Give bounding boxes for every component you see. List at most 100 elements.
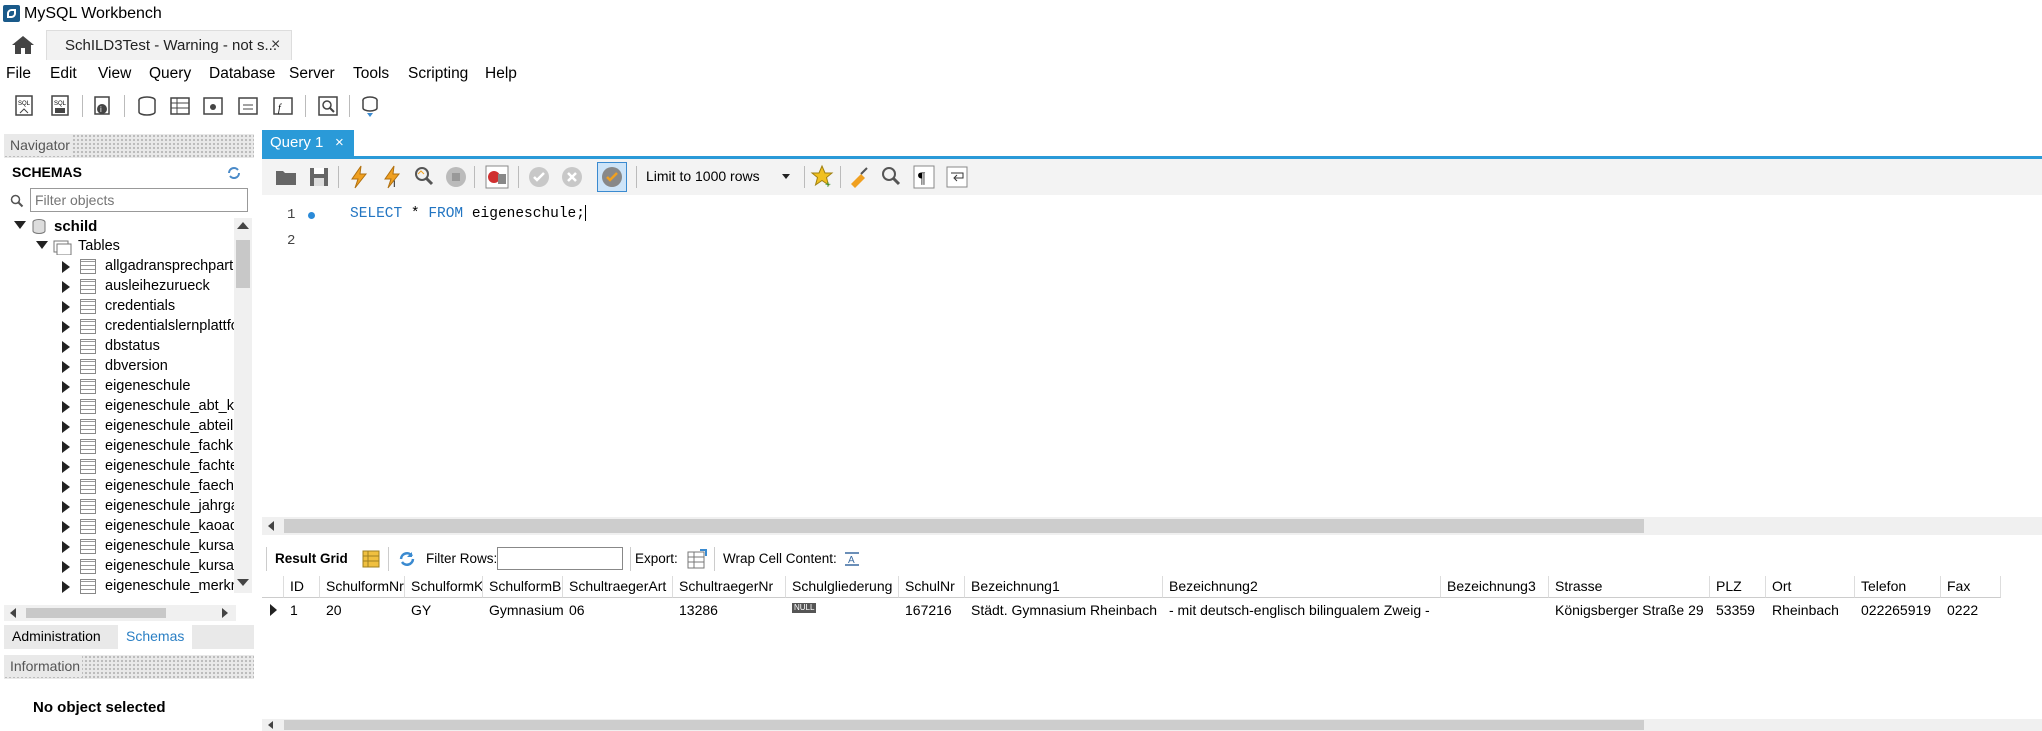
table-cell[interactable]: 53359 (1710, 599, 1766, 621)
table-item[interactable]: ausleihezurueck (4, 277, 236, 297)
table-item[interactable]: eigeneschule_kursar (4, 557, 236, 577)
expand-arrow-icon[interactable] (62, 461, 70, 473)
menu-edit[interactable]: Edit (50, 65, 77, 83)
column-header[interactable]: SchulformKrz (405, 576, 483, 598)
autocommit-toggle[interactable] (597, 162, 627, 192)
create-table-icon[interactable] (167, 93, 193, 119)
table-item[interactable]: eigeneschule_abteilu (4, 417, 236, 437)
create-function-icon[interactable]: f (270, 93, 296, 119)
create-procedure-icon[interactable] (235, 93, 261, 119)
column-header[interactable]: Bezeichnung2 (1163, 576, 1441, 598)
expand-arrow-icon[interactable] (62, 281, 70, 293)
expand-arrow-icon[interactable] (62, 361, 70, 373)
column-header[interactable]: SchulformBez (483, 576, 563, 598)
invisible-chars-icon[interactable]: ¶ (913, 164, 935, 190)
limit-rows-select[interactable]: Limit to 1000 rows (642, 165, 798, 189)
expand-arrow-icon[interactable] (62, 261, 70, 273)
filter-rows-input[interactable] (497, 547, 623, 570)
table-item[interactable]: credentialslernplattfo (4, 317, 236, 337)
table-item[interactable]: eigeneschule_kursar (4, 537, 236, 557)
table-item[interactable]: eigeneschule_kaoad (4, 517, 236, 537)
column-header[interactable]: Strasse (1549, 576, 1710, 598)
toggle-error-icon[interactable] (484, 164, 510, 190)
column-header[interactable]: Bezeichnung3 (1441, 576, 1549, 598)
open-folder-icon[interactable] (274, 165, 298, 189)
expand-arrow-icon[interactable] (62, 321, 70, 333)
expand-arrow-icon[interactable] (62, 441, 70, 453)
column-header[interactable]: Telefon (1855, 576, 1941, 598)
open-sql-script-icon[interactable]: SQL (48, 93, 74, 119)
table-item[interactable]: dbstatus (4, 337, 236, 357)
table-cell[interactable]: Königsberger Straße 29 (1549, 599, 1710, 621)
expand-arrow-icon[interactable] (62, 301, 70, 313)
table-item[interactable]: eigeneschule_merkm (4, 577, 236, 597)
menu-view[interactable]: View (98, 65, 131, 83)
expand-arrow-icon[interactable] (62, 561, 70, 573)
table-cell[interactable]: 13286 (673, 599, 786, 621)
table-cell[interactable]: Rheinbach (1766, 599, 1855, 621)
create-schema-icon[interactable] (134, 93, 160, 119)
column-header[interactable]: SchultraegerNr (673, 576, 786, 598)
export-icon[interactable] (686, 548, 708, 570)
table-cell[interactable]: Gymnasium (483, 599, 563, 621)
tab-administration[interactable]: Administration (12, 628, 101, 644)
tree-horizontal-scrollbar[interactable] (4, 605, 236, 621)
beautify-icon[interactable] (847, 164, 871, 190)
table-cell[interactable]: Städt. Gymnasium Rheinbach (965, 599, 1163, 621)
column-header[interactable]: ID (284, 576, 320, 598)
table-item[interactable]: dbversion (4, 357, 236, 377)
expand-arrow-icon[interactable] (62, 421, 70, 433)
result-grid-label[interactable]: Result Grid (275, 551, 348, 566)
table-cell[interactable]: GY (405, 599, 483, 621)
table-item[interactable]: eigeneschule (4, 377, 236, 397)
row-selector[interactable] (262, 599, 284, 621)
table-item[interactable]: eigeneschule_jahrga (4, 497, 236, 517)
table-cell[interactable]: - mit deutsch-englisch bilingualem Zweig… (1163, 599, 1441, 621)
table-item[interactable]: credentials (4, 297, 236, 317)
expand-arrow-icon[interactable] (62, 501, 70, 513)
tab-query-1[interactable]: Query 1 × (262, 130, 354, 156)
tree-vertical-scrollbar[interactable] (234, 218, 252, 593)
tables-node[interactable]: Tables (4, 237, 254, 257)
table-cell[interactable]: 0222 (1941, 599, 2001, 621)
expand-arrow-icon[interactable] (14, 221, 26, 229)
table-item[interactable]: eigeneschule_fachkla (4, 437, 236, 457)
table-cell[interactable]: 167216 (899, 599, 965, 621)
editor-horizontal-scrollbar[interactable] (262, 517, 2042, 535)
scroll-thumb[interactable] (236, 240, 250, 288)
table-item[interactable]: allgadransprechpartn (4, 257, 236, 277)
column-header[interactable]: SchultraegerArt (563, 576, 673, 598)
wrap-cell-icon[interactable]: A (842, 549, 862, 569)
menu-server[interactable]: Server (289, 65, 335, 83)
column-header[interactable]: Schulgliederung (786, 576, 899, 598)
commit-icon[interactable] (527, 165, 551, 189)
close-icon[interactable]: × (335, 134, 344, 151)
add-snippet-icon[interactable]: + (810, 164, 834, 190)
table-item[interactable]: eigeneschule_fachtei (4, 457, 236, 477)
filter-objects-input[interactable] (30, 188, 248, 212)
menu-scripting[interactable]: Scripting (408, 65, 468, 83)
expand-arrow-icon[interactable] (62, 521, 70, 533)
menu-database[interactable]: Database (209, 65, 275, 83)
reconnect-icon[interactable] (357, 93, 383, 119)
result-horizontal-scrollbar[interactable] (262, 719, 2042, 731)
expand-arrow-icon[interactable] (62, 581, 70, 593)
table-item[interactable]: eigeneschule_abt_kl (4, 397, 236, 417)
explain-icon[interactable] (412, 164, 436, 190)
table-cell[interactable]: 20 (320, 599, 405, 621)
close-icon[interactable]: × (271, 36, 280, 54)
rollback-icon[interactable] (560, 165, 584, 189)
expand-arrow-icon[interactable] (62, 481, 70, 493)
table-item[interactable]: eigeneschule_faeche (4, 477, 236, 497)
refresh-icon[interactable] (226, 165, 242, 181)
save-icon[interactable] (307, 165, 331, 189)
create-view-icon[interactable] (200, 93, 226, 119)
expand-arrow-icon[interactable] (36, 241, 48, 249)
column-header[interactable]: PLZ (1710, 576, 1766, 598)
menu-file[interactable]: File (6, 65, 31, 83)
scroll-thumb[interactable] (284, 519, 1644, 533)
table-cell[interactable]: NULL (786, 599, 899, 621)
tab-schemas[interactable]: Schemas (118, 625, 193, 649)
column-header[interactable]: Bezeichnung1 (965, 576, 1163, 598)
schema-inspector-icon[interactable]: i (90, 93, 116, 119)
